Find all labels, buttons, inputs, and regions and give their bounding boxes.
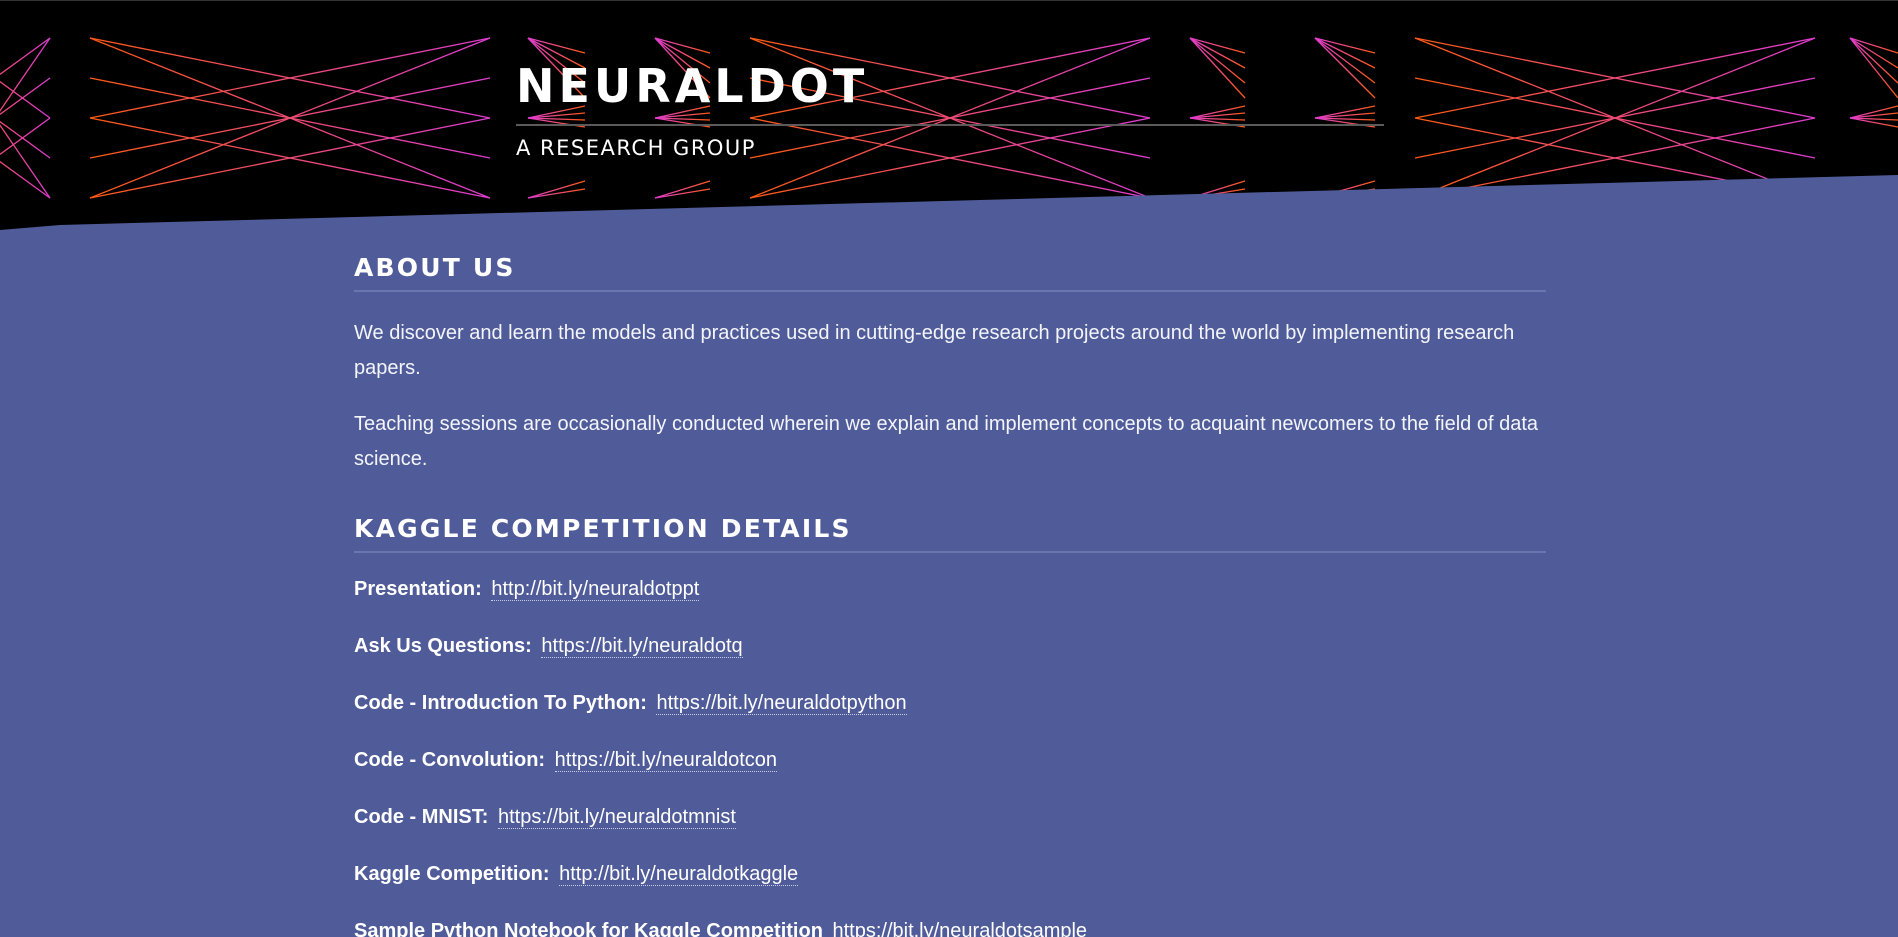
title-divider xyxy=(516,124,1384,127)
link-label: Code - Convolution: xyxy=(354,749,546,771)
brand-block: NEURALDOT A RESEARCH GROUP xyxy=(516,59,1384,160)
about-section: ABOUT US We discover and learn the model… xyxy=(354,252,1546,477)
link-label: Ask Us Questions: xyxy=(354,635,532,657)
link-label: Code - Introduction To Python: xyxy=(354,692,647,714)
site-header: NEURALDOT A RESEARCH GROUP xyxy=(0,0,1898,231)
link-label: Presentation: xyxy=(354,578,482,600)
link-item-python-intro: Code - Introduction To Python: https://b… xyxy=(354,689,1546,717)
about-heading: ABOUT US xyxy=(354,252,1546,292)
link-label: Code - MNIST: xyxy=(354,806,489,828)
link-item-sample-notebook: Sample Python Notebook for Kaggle Compet… xyxy=(354,917,1546,937)
resource-link-list: Presentation: http://bit.ly/neuraldotppt… xyxy=(354,575,1546,937)
link-item-convolution: Code - Convolution: https://bit.ly/neura… xyxy=(354,746,1546,774)
main-content: ABOUT US We discover and learn the model… xyxy=(354,252,1546,937)
python-intro-link[interactable]: https://bit.ly/neuraldotpython xyxy=(656,692,907,715)
kaggle-competition-link[interactable]: http://bit.ly/neuraldotkaggle xyxy=(559,863,799,886)
link-label: Kaggle Competition: xyxy=(354,863,550,885)
link-item-questions: Ask Us Questions: https://bit.ly/neurald… xyxy=(354,632,1546,660)
mnist-link[interactable]: https://bit.ly/neuraldotmnist xyxy=(498,806,736,829)
kaggle-section: KAGGLE COMPETITION DETAILS Presentation:… xyxy=(354,513,1546,937)
kaggle-heading: KAGGLE COMPETITION DETAILS xyxy=(354,513,1546,553)
convolution-link[interactable]: https://bit.ly/neuraldotcon xyxy=(554,749,777,772)
about-paragraph: We discover and learn the models and pra… xyxy=(354,322,1515,379)
link-label: Sample Python Notebook for Kaggle Compet… xyxy=(354,920,823,937)
link-item-presentation: Presentation: http://bit.ly/neuraldotppt xyxy=(354,575,1546,603)
link-item-mnist: Code - MNIST: https://bit.ly/neuraldotmn… xyxy=(354,803,1546,831)
sample-notebook-link[interactable]: https://bit.ly/neuraldotsample xyxy=(832,920,1088,937)
presentation-link[interactable]: http://bit.ly/neuraldotppt xyxy=(491,578,700,601)
site-title[interactable]: NEURALDOT xyxy=(516,59,1384,114)
questions-link[interactable]: https://bit.ly/neuraldotq xyxy=(541,635,743,658)
page: NEURALDOT A RESEARCH GROUP ABOUT US We d… xyxy=(0,0,1898,937)
link-item-kaggle: Kaggle Competition: http://bit.ly/neural… xyxy=(354,860,1546,888)
about-paragraph: Teaching sessions are occasionally condu… xyxy=(354,413,1539,470)
site-subtitle: A RESEARCH GROUP xyxy=(516,136,756,161)
